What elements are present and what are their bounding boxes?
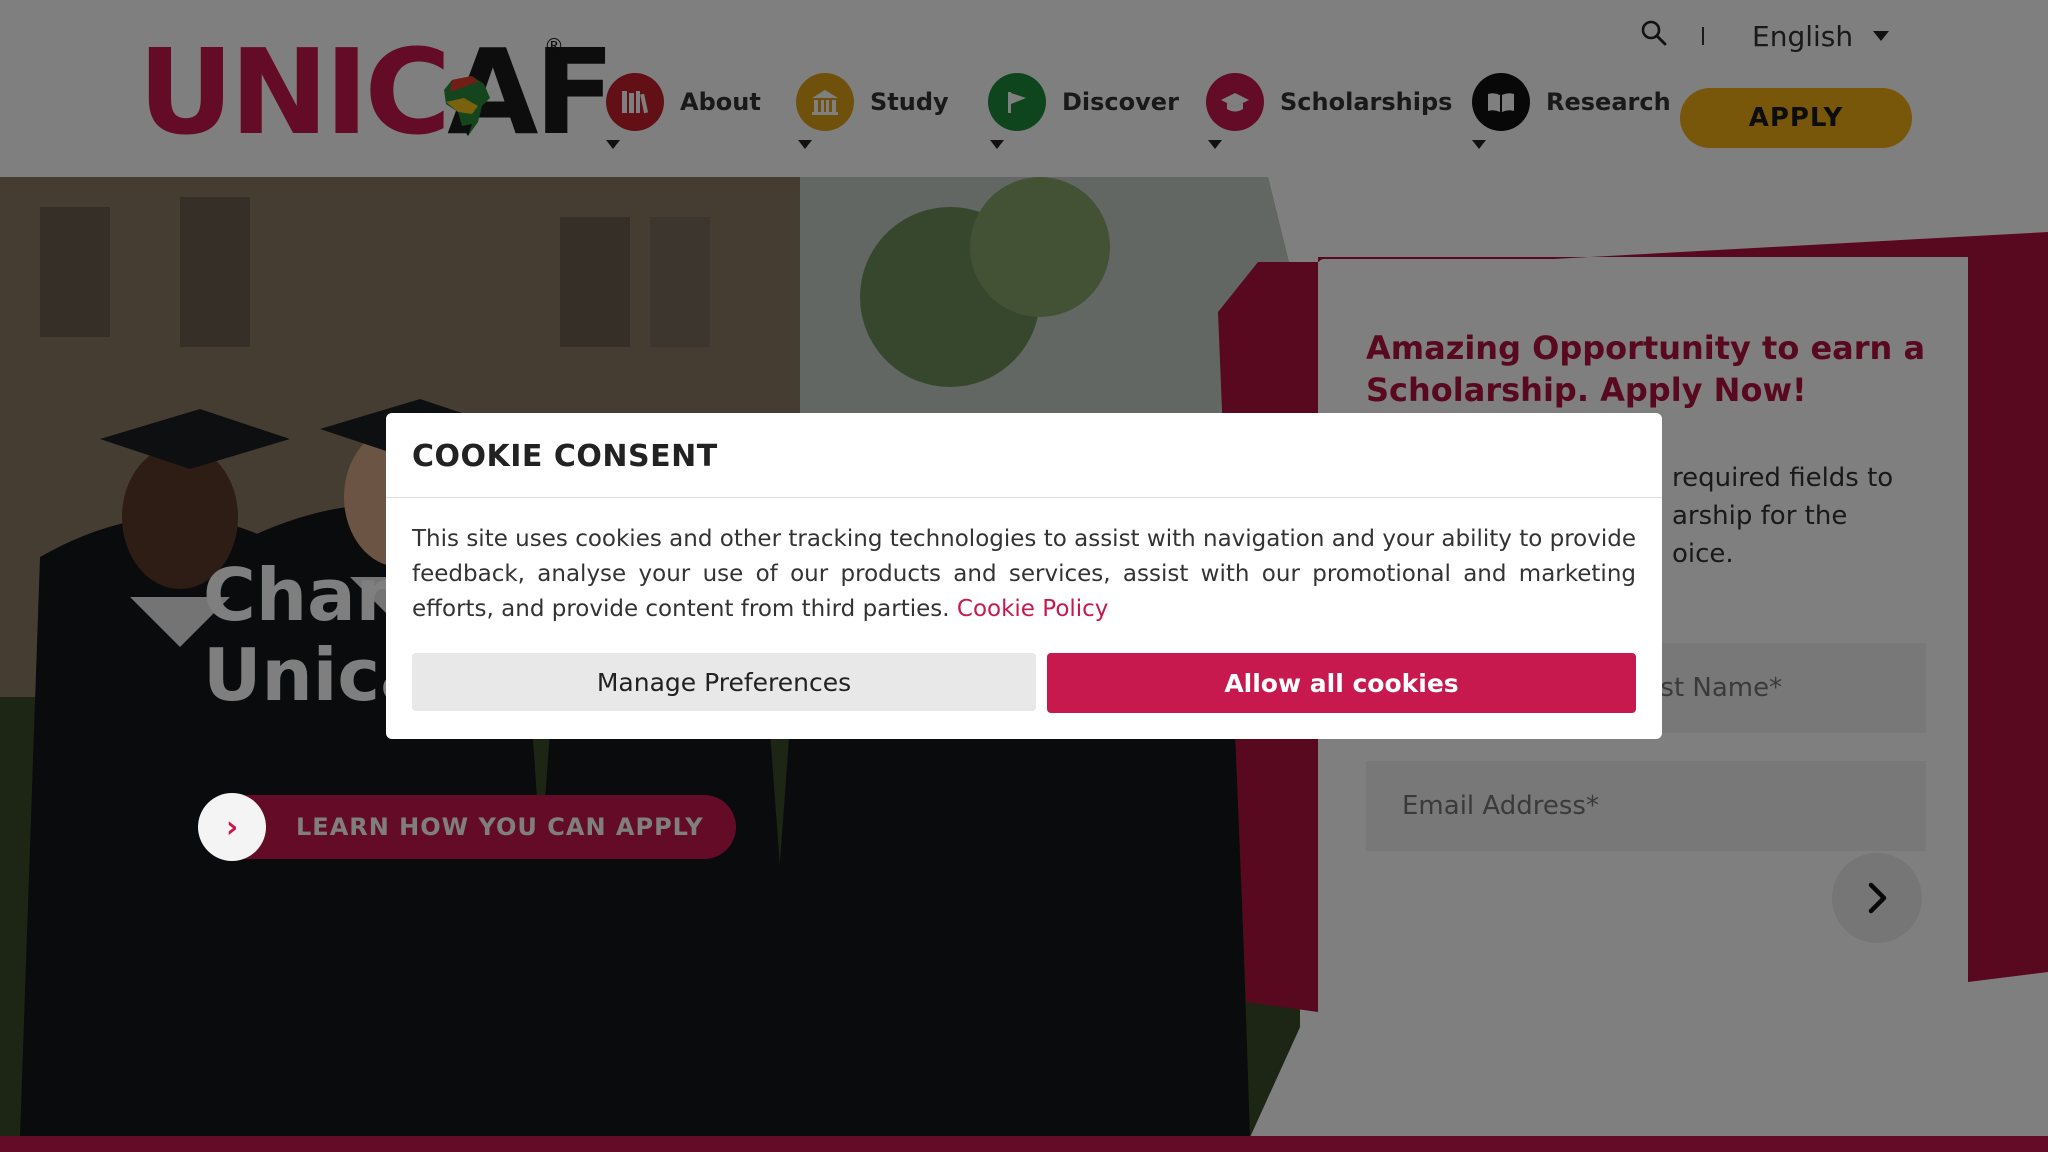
chevron-right-icon: › [198,793,266,861]
modal-actions: Manage Preferences Allow all cookies [412,653,1636,713]
modal-title: COOKIE CONSENT [412,439,718,474]
manage-preferences-button[interactable]: Manage Preferences [412,653,1036,711]
modal-body: This site uses cookies and other trackin… [386,498,1662,627]
allow-all-cookies-button[interactable]: Allow all cookies [1047,653,1636,713]
modal-header: COOKIE CONSENT [386,413,1662,498]
cookie-policy-link[interactable]: Cookie Policy [957,596,1109,622]
cookie-consent-modal: COOKIE CONSENT This site uses cookies an… [386,413,1662,739]
